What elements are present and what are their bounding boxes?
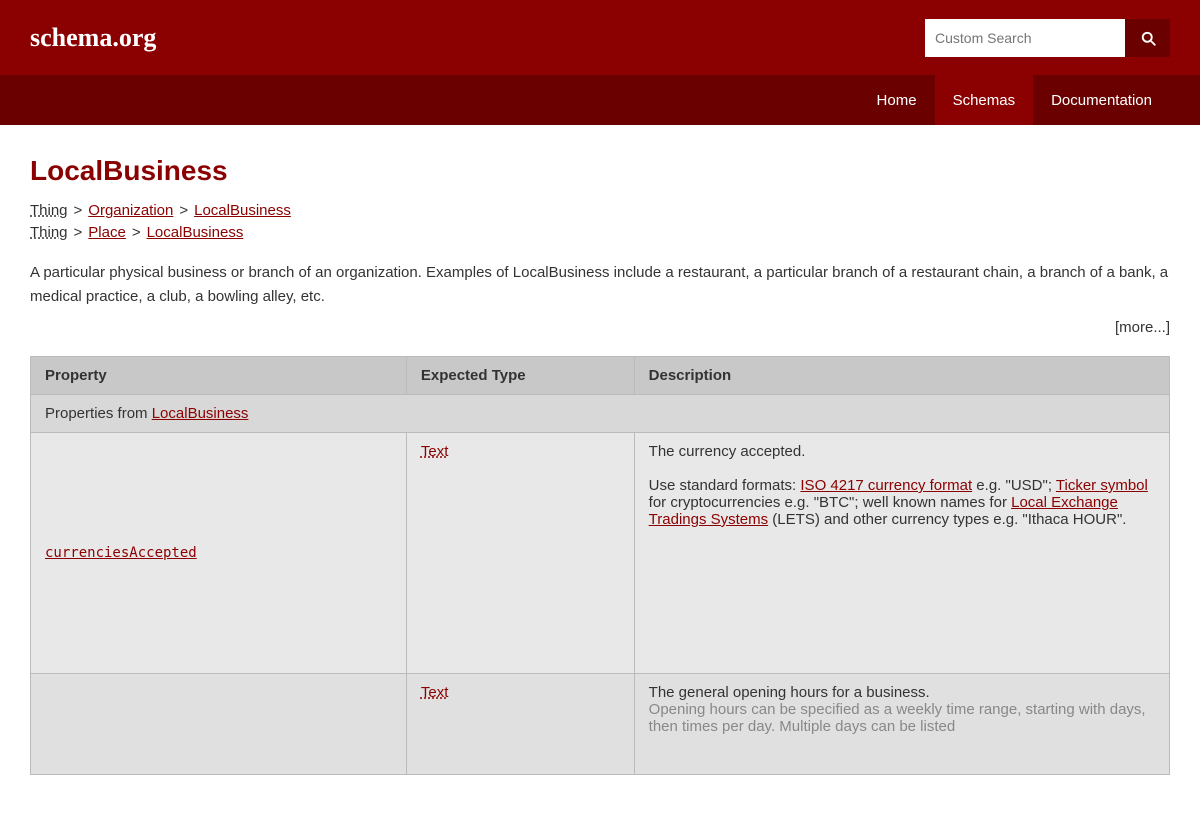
type-link-text-1[interactable]: Text: [421, 443, 449, 460]
iso-link[interactable]: ISO 4217 currency format: [800, 477, 972, 494]
search-container: [925, 19, 1170, 57]
breadcrumb-place[interactable]: Place: [88, 224, 126, 241]
table-header-row: Property Expected Type Description: [31, 357, 1170, 395]
property-inner-2: [45, 684, 392, 764]
desc-cell-2: The general opening hours for a business…: [634, 674, 1169, 775]
site-header: schema.org: [0, 0, 1200, 75]
ticker-link[interactable]: Ticker symbol: [1056, 477, 1148, 494]
desc-detail-2: Opening hours can be specified as a week…: [649, 701, 1155, 735]
nav-item-home[interactable]: Home: [859, 75, 935, 125]
section-header-row: Properties from LocalBusiness: [31, 395, 1170, 433]
breadcrumb-thing-2[interactable]: Thing: [30, 224, 68, 241]
property-inner-1: currenciesAccepted: [45, 443, 392, 663]
breadcrumb-sep-4: >: [132, 224, 141, 241]
type-link-text-2[interactable]: Text: [421, 684, 449, 701]
table-row: Text The general opening hours for a bus…: [31, 674, 1170, 775]
main-content: LocalBusiness Thing > Organization > Loc…: [0, 125, 1200, 775]
search-input[interactable]: [925, 19, 1125, 57]
property-cell-2: [31, 674, 407, 775]
breadcrumb-organization[interactable]: Organization: [88, 202, 173, 219]
breadcrumb-2: Thing > Place > LocalBusiness: [30, 224, 1170, 241]
breadcrumb-sep-1: >: [74, 202, 83, 219]
section-link[interactable]: LocalBusiness: [152, 405, 249, 422]
section-label: Properties from: [45, 405, 152, 422]
breadcrumb-localbusiness-2[interactable]: LocalBusiness: [147, 224, 244, 241]
table-row: currenciesAccepted Text The currency acc…: [31, 433, 1170, 674]
desc-main-1: The currency accepted.: [649, 443, 1155, 460]
more-link[interactable]: [more...]: [1115, 319, 1170, 336]
breadcrumb-1: Thing > Organization > LocalBusiness: [30, 202, 1170, 219]
breadcrumb-localbusiness-1[interactable]: LocalBusiness: [194, 202, 291, 219]
type-cell-1: Text: [406, 433, 634, 674]
properties-table: Property Expected Type Description Prope…: [30, 356, 1170, 775]
desc-cell-1: The currency accepted. Use standard form…: [634, 433, 1169, 674]
nav-item-documentation[interactable]: Documentation: [1033, 75, 1170, 125]
property-cell-1: currenciesAccepted: [31, 433, 407, 674]
lets-link[interactable]: Local Exchange Tradings Systems: [649, 494, 1118, 528]
property-name-currencies[interactable]: currenciesAccepted: [45, 545, 197, 561]
search-icon: [1139, 29, 1157, 47]
section-header-cell: Properties from LocalBusiness: [31, 395, 1170, 433]
site-logo[interactable]: schema.org: [30, 23, 156, 53]
breadcrumb-sep-3: >: [74, 224, 83, 241]
col-property: Property: [31, 357, 407, 395]
nav-item-schemas[interactable]: Schemas: [935, 75, 1034, 125]
col-description: Description: [634, 357, 1169, 395]
search-button[interactable]: [1125, 19, 1170, 57]
type-cell-2: Text: [406, 674, 634, 775]
main-nav: Home Schemas Documentation: [0, 75, 1200, 125]
more-link-container: [more...]: [30, 319, 1170, 336]
breadcrumb-thing-1[interactable]: Thing: [30, 202, 68, 219]
page-title: LocalBusiness: [30, 155, 1170, 187]
page-description: A particular physical business or branch…: [30, 261, 1170, 309]
desc-detail-1: Use standard formats: ISO 4217 currency …: [649, 477, 1155, 528]
breadcrumb-sep-2: >: [179, 202, 188, 219]
desc-main-2: The general opening hours for a business…: [649, 684, 1155, 701]
col-expected-type: Expected Type: [406, 357, 634, 395]
